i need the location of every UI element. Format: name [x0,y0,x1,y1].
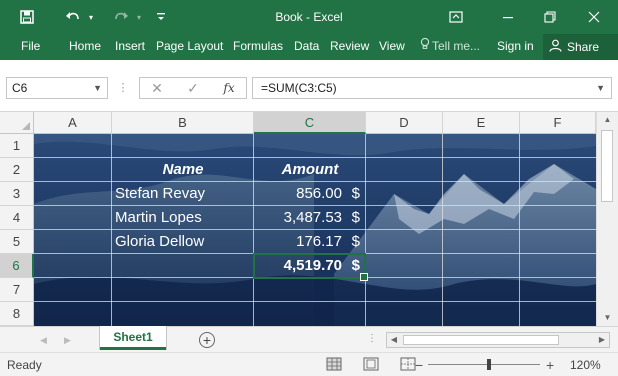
vertical-scroll-thumb[interactable] [601,130,613,202]
column-header-d[interactable]: D [366,112,443,134]
sheet-next-icon[interactable]: ▶ [64,327,71,353]
undo-dropdown-icon[interactable]: ▾ [86,0,96,34]
scroll-left-icon[interactable]: ◀ [387,333,401,347]
vertical-scrollbar[interactable]: ▲ ▼ [596,112,618,326]
undo-icon[interactable] [60,0,86,34]
cell-b5-name[interactable]: Gloria Dellow [115,230,253,254]
column-header-e[interactable]: E [443,112,520,134]
tell-me-label: Tell me... [432,39,481,53]
cell-b2-name-header[interactable]: Name [112,158,254,182]
zoom-out-icon[interactable]: − [415,353,423,376]
row-header-6[interactable]: 6 [0,254,34,278]
minimize-icon[interactable] [488,0,528,34]
horizontal-scroll-thumb[interactable] [403,335,559,345]
row-header-4[interactable]: 4 [0,206,34,230]
share-button[interactable]: Share [543,34,618,60]
lightbulb-icon [420,35,430,59]
tab-review[interactable]: Review [330,34,369,60]
status-ready: Ready [7,358,42,372]
restore-icon[interactable] [530,0,570,34]
ribbon-tabs: File Home Insert Page Layout Formulas Da… [0,34,618,60]
formula-bar-splitter-icon[interactable]: ⋮ [117,80,129,96]
worksheet-grid[interactable]: A B C D E F 1 2 3 4 5 6 7 8 Name Amount … [0,112,618,326]
amount-value: 856.00 [296,185,342,202]
formula-input[interactable]: =SUM(C3:C5) ▼ [252,77,612,99]
redo-dropdown-icon[interactable]: ▾ [134,0,144,34]
cell-b4-name[interactable]: Martin Lopes [115,206,253,230]
active-cell-border[interactable] [253,253,368,281]
tab-insert[interactable]: Insert [115,34,145,60]
zoom-slider[interactable] [428,364,540,365]
tab-formulas[interactable]: Formulas [233,34,283,60]
row-header-1[interactable]: 1 [0,134,34,158]
add-sheet-icon[interactable]: + [199,332,215,348]
name-box[interactable]: C6 ▼ [6,77,108,99]
sheet-tab-bar: ◀ ▶ Sheet1 + ⋮ ◀ ▶ [0,326,618,352]
row-header-7[interactable]: 7 [0,278,34,302]
tab-splitter-icon[interactable]: ⋮ [367,333,377,344]
cancel-icon[interactable]: ✕ [142,78,172,98]
name-box-value: C6 [12,81,28,95]
sheet-prev-icon[interactable]: ◀ [40,327,47,353]
expand-formula-bar-icon[interactable]: ▼ [596,78,605,98]
column-header-c[interactable]: C [254,112,366,134]
column-header-f[interactable]: F [520,112,596,134]
formula-text: =SUM(C3:C5) [261,81,337,95]
redo-icon[interactable] [108,0,134,34]
sign-in-link[interactable]: Sign in [497,34,534,60]
zoom-slider-thumb[interactable] [487,359,491,370]
horizontal-scrollbar[interactable]: ◀ ▶ [386,332,610,348]
tab-view[interactable]: View [379,34,405,60]
zoom-in-icon[interactable]: + [546,353,554,376]
close-icon[interactable] [574,0,614,34]
scroll-down-icon[interactable]: ▼ [597,310,618,326]
cell-c5-amount[interactable]: 176.17 $ [254,230,366,254]
row-header-2[interactable]: 2 [0,158,34,182]
zoom-level[interactable]: 120% [570,353,601,376]
cell-c3-amount[interactable]: 856.00 $ [254,182,366,206]
row-header-3[interactable]: 3 [0,182,34,206]
column-header-b[interactable]: B [112,112,254,134]
tab-home[interactable]: Home [69,34,101,60]
scroll-up-icon[interactable]: ▲ [597,112,618,128]
gridline [34,301,596,302]
column-header-a[interactable]: A [34,112,112,134]
amount-value: 3,487.53 [283,209,342,226]
row-header-5[interactable]: 5 [0,230,34,254]
select-all-corner[interactable] [0,112,34,134]
gridline [519,134,520,326]
tab-file[interactable]: File [21,34,40,60]
currency-symbol: $ [351,209,360,226]
normal-view-icon[interactable] [326,357,342,371]
tab-data[interactable]: Data [294,34,319,60]
person-icon [549,39,562,55]
currency-symbol: $ [351,233,360,250]
customize-qat-icon[interactable] [152,0,170,34]
share-label: Share [567,40,600,54]
scroll-right-icon[interactable]: ▶ [595,333,609,347]
status-bar: Ready − + 120% [0,352,618,376]
gridline [442,134,443,326]
amount-value: 176.17 [296,233,342,250]
page-layout-view-icon[interactable] [363,357,379,371]
formula-buttons: ✕ ✓ fx [139,77,247,99]
currency-symbol: $ [351,185,360,202]
tell-me-box[interactable]: Tell me... [420,34,480,60]
page-break-preview-icon[interactable] [400,357,416,371]
enter-icon[interactable]: ✓ [178,78,208,98]
sheet-tab-sheet1[interactable]: Sheet1 [100,326,166,350]
row-header-8[interactable]: 8 [0,302,34,326]
tab-page-layout[interactable]: Page Layout [156,34,223,60]
cell-b3-name[interactable]: Stefan Revay [115,182,253,206]
save-icon[interactable] [14,0,40,34]
title-bar: ▾ ▾ Book - Excel [0,0,618,34]
name-box-dropdown-icon[interactable]: ▼ [93,78,102,98]
insert-function-icon[interactable]: fx [214,78,244,98]
ribbon-display-options-icon[interactable] [436,0,476,34]
cell-c4-amount[interactable]: 3,487.53 $ [254,206,366,230]
cell-c2-amount-header[interactable]: Amount [254,158,366,182]
